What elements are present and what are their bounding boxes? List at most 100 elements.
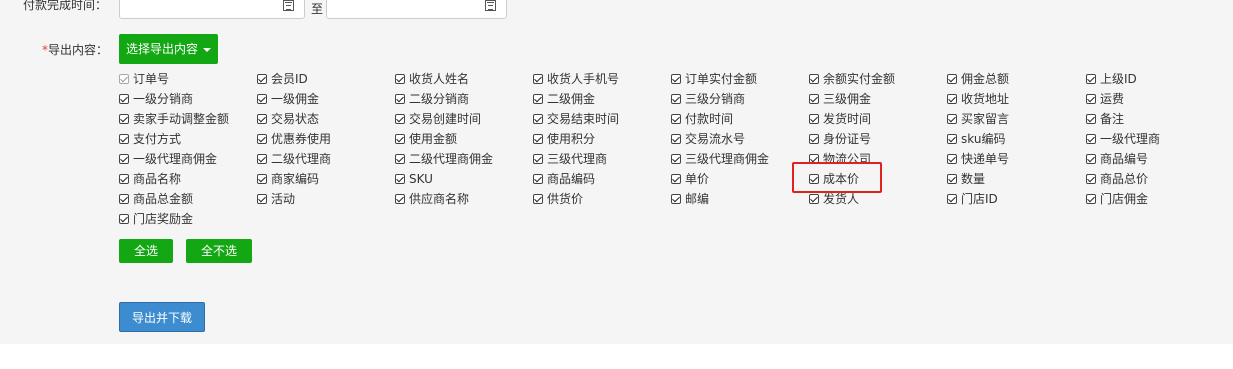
- checkbox-checked-icon[interactable]: [947, 114, 957, 124]
- export-option[interactable]: 身份证号: [809, 129, 871, 149]
- checkbox-checked-icon[interactable]: [257, 174, 267, 184]
- export-option[interactable]: 使用金额: [395, 129, 457, 149]
- checkbox-checked-icon[interactable]: [119, 114, 129, 124]
- export-option[interactable]: 二级分销商: [395, 89, 469, 109]
- calendar-icon[interactable]: [485, 0, 496, 11]
- checkbox-checked-icon[interactable]: [671, 134, 681, 144]
- checkbox-checked-icon[interactable]: [671, 94, 681, 104]
- checkbox-checked-icon[interactable]: [395, 174, 405, 184]
- export-option[interactable]: 上级ID: [1086, 69, 1137, 89]
- export-option[interactable]: 收货人姓名: [395, 69, 469, 89]
- export-option[interactable]: 三级分销商: [671, 89, 745, 109]
- checkbox-checked-icon[interactable]: [533, 154, 543, 164]
- export-option[interactable]: 三级代理商: [533, 149, 607, 169]
- export-option[interactable]: 收货人手机号: [533, 69, 619, 89]
- checkbox-checked-icon[interactable]: [257, 114, 267, 124]
- export-option[interactable]: 订单实付金额: [671, 69, 757, 89]
- checkbox-checked-icon[interactable]: [1086, 94, 1096, 104]
- checkbox-checked-icon[interactable]: [257, 194, 267, 204]
- export-option[interactable]: 门店奖励金: [119, 209, 193, 229]
- checkbox-checked-icon[interactable]: [395, 94, 405, 104]
- export-option[interactable]: 二级代理商佣金: [395, 149, 493, 169]
- export-option[interactable]: 佣金总额: [947, 69, 1009, 89]
- checkbox-checked-icon[interactable]: [1086, 194, 1096, 204]
- checkbox-checked-icon[interactable]: [809, 94, 819, 104]
- checkbox-checked-icon[interactable]: [809, 134, 819, 144]
- export-option[interactable]: 支付方式: [119, 129, 181, 149]
- checkbox-checked-icon[interactable]: [809, 194, 819, 204]
- export-option[interactable]: 一级佣金: [257, 89, 319, 109]
- export-option[interactable]: 买家留言: [947, 109, 1009, 129]
- export-option[interactable]: 会员ID: [257, 69, 308, 89]
- checkbox-checked-icon[interactable]: [947, 194, 957, 204]
- checkbox-checked-icon[interactable]: [533, 134, 543, 144]
- checkbox-checked-icon[interactable]: [947, 154, 957, 164]
- checkbox-checked-icon[interactable]: [119, 174, 129, 184]
- export-option[interactable]: 交易流水号: [671, 129, 745, 149]
- checkbox-checked-icon[interactable]: [671, 154, 681, 164]
- export-option[interactable]: 收货地址: [947, 89, 1009, 109]
- export-option[interactable]: 交易结束时间: [533, 109, 619, 129]
- export-option[interactable]: 付款时间: [671, 109, 733, 129]
- checkbox-checked-icon[interactable]: [1086, 114, 1096, 124]
- checkbox-checked-icon[interactable]: [947, 174, 957, 184]
- checkbox-checked-icon[interactable]: [395, 154, 405, 164]
- export-option[interactable]: 快递单号: [947, 149, 1009, 169]
- checkbox-checked-icon[interactable]: [119, 134, 129, 144]
- checkbox-checked-icon[interactable]: [533, 174, 543, 184]
- checkbox-checked-icon[interactable]: [671, 74, 681, 84]
- export-option[interactable]: 二级代理商: [257, 149, 331, 169]
- export-option[interactable]: 交易状态: [257, 109, 319, 129]
- checkbox-checked-icon[interactable]: [1086, 174, 1096, 184]
- export-option[interactable]: 三级佣金: [809, 89, 871, 109]
- checkbox-checked-icon[interactable]: [119, 74, 129, 84]
- checkbox-checked-icon[interactable]: [395, 134, 405, 144]
- export-option[interactable]: 发货时间: [809, 109, 871, 129]
- export-option[interactable]: 一级代理商: [1086, 129, 1160, 149]
- select-none-button[interactable]: 全不选: [186, 239, 252, 263]
- export-option[interactable]: 商品名称: [119, 169, 181, 189]
- export-option[interactable]: 商品编码: [533, 169, 595, 189]
- checkbox-checked-icon[interactable]: [257, 74, 267, 84]
- calendar-icon[interactable]: [283, 0, 294, 11]
- checkbox-checked-icon[interactable]: [119, 194, 129, 204]
- export-option[interactable]: 一级代理商佣金: [119, 149, 217, 169]
- select-all-button[interactable]: 全选: [119, 239, 173, 263]
- checkbox-checked-icon[interactable]: [533, 94, 543, 104]
- export-option[interactable]: 备注: [1086, 109, 1124, 129]
- export-option[interactable]: 商品编号: [1086, 149, 1148, 169]
- export-option[interactable]: 三级代理商佣金: [671, 149, 769, 169]
- export-option[interactable]: 交易创建时间: [395, 109, 481, 129]
- export-option[interactable]: 单价: [671, 169, 709, 189]
- checkbox-checked-icon[interactable]: [257, 134, 267, 144]
- export-option[interactable]: 运费: [1086, 89, 1124, 109]
- checkbox-checked-icon[interactable]: [257, 154, 267, 164]
- export-option[interactable]: 供货价: [533, 189, 583, 209]
- checkbox-checked-icon[interactable]: [119, 214, 129, 224]
- checkbox-checked-icon[interactable]: [1086, 134, 1096, 144]
- export-option[interactable]: 供应商名称: [395, 189, 469, 209]
- export-option[interactable]: 二级佣金: [533, 89, 595, 109]
- checkbox-checked-icon[interactable]: [395, 194, 405, 204]
- export-option[interactable]: 门店ID: [947, 189, 998, 209]
- checkbox-checked-icon[interactable]: [1086, 74, 1096, 84]
- checkbox-checked-icon[interactable]: [533, 194, 543, 204]
- export-option[interactable]: 订单号: [119, 69, 169, 89]
- checkbox-checked-icon[interactable]: [947, 94, 957, 104]
- checkbox-checked-icon[interactable]: [1086, 154, 1096, 164]
- export-download-button[interactable]: 导出并下载: [119, 302, 205, 332]
- checkbox-checked-icon[interactable]: [533, 74, 543, 84]
- export-option[interactable]: 余额实付金额: [809, 69, 895, 89]
- pay-time-start-input[interactable]: [119, 0, 305, 19]
- checkbox-checked-icon[interactable]: [119, 154, 129, 164]
- checkbox-checked-icon[interactable]: [395, 74, 405, 84]
- export-option[interactable]: 门店佣金: [1086, 189, 1148, 209]
- checkbox-checked-icon[interactable]: [533, 114, 543, 124]
- export-option[interactable]: 商家编码: [257, 169, 319, 189]
- export-option[interactable]: SKU: [395, 169, 433, 189]
- export-option[interactable]: 商品总价: [1086, 169, 1148, 189]
- export-option[interactable]: 优惠券使用: [257, 129, 331, 149]
- export-option[interactable]: 邮编: [671, 189, 709, 209]
- checkbox-checked-icon[interactable]: [671, 174, 681, 184]
- checkbox-checked-icon[interactable]: [809, 74, 819, 84]
